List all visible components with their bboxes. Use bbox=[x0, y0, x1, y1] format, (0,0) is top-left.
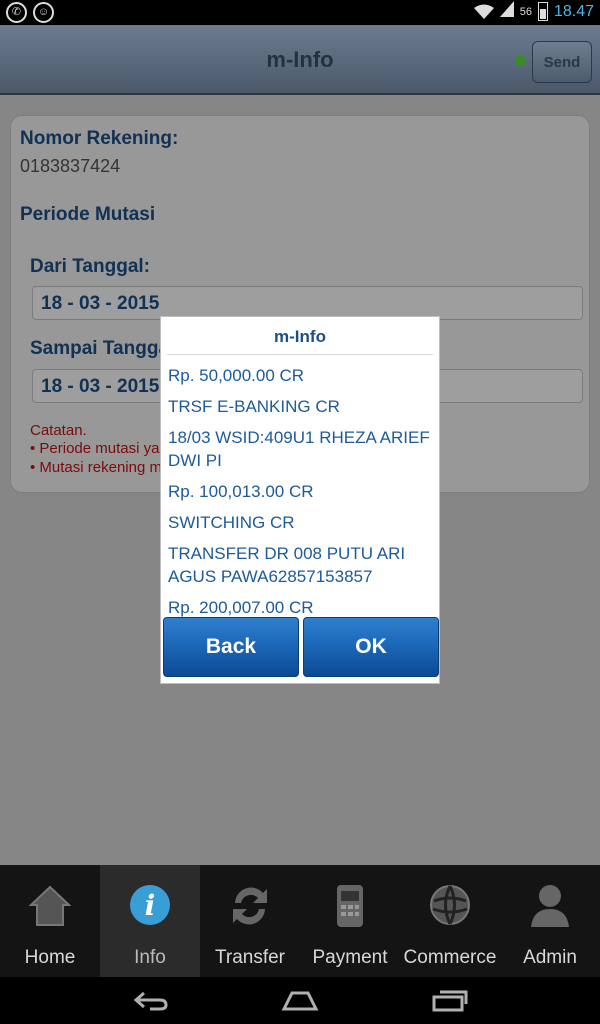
clock: 18.47 bbox=[553, 2, 594, 20]
dialog-title: m-Info bbox=[274, 327, 326, 346]
nav-item-commerce[interactable]: Commerce bbox=[400, 865, 500, 977]
nav-item-info[interactable]: i Info bbox=[100, 865, 200, 977]
signal-label: 56 bbox=[519, 5, 532, 18]
dialog-line: 18/03 WSID:409U1 RHEZA ARIEF DWI PI bbox=[168, 428, 430, 470]
nav-label: Commerce bbox=[403, 947, 497, 968]
dialog-line: Rp. 200,007.00 CR bbox=[168, 598, 314, 617]
nav-label: Payment bbox=[312, 947, 388, 968]
nav-label: Home bbox=[24, 947, 76, 968]
back-button[interactable]: Back bbox=[163, 617, 299, 677]
nav-item-admin[interactable]: Admin bbox=[500, 865, 600, 977]
chat-icon: ☺ bbox=[33, 2, 54, 23]
transfer-icon bbox=[233, 887, 267, 925]
signal-icon bbox=[499, 1, 514, 22]
nav-label: Admin bbox=[523, 947, 577, 968]
nav-item-payment[interactable]: Payment bbox=[300, 865, 400, 977]
svg-text:i: i bbox=[145, 889, 156, 922]
app-header: m-Info Send bbox=[0, 25, 600, 95]
dialog-line: Rp. 50,000.00 CR bbox=[168, 366, 305, 385]
nav-item-transfer[interactable]: Transfer bbox=[200, 865, 300, 977]
dialog-line: Rp. 100,013.00 CR bbox=[168, 482, 314, 501]
commerce-icon bbox=[430, 885, 470, 925]
info-dialog: m-Info Rp. 50,000.00 CR TRSF E-BANKING C… bbox=[160, 316, 440, 684]
dialog-line: TRSF E-BANKING CR bbox=[168, 397, 340, 416]
info-icon: i bbox=[130, 885, 170, 925]
bottom-nav: Home i Info Transfer Payment Commerce Ad… bbox=[0, 865, 600, 977]
nav-label: Info bbox=[134, 947, 166, 968]
system-nav bbox=[0, 977, 600, 1024]
status-bar: ✆ ☺ 56 18.47 bbox=[0, 0, 600, 25]
dialog-line: SWITCHING CR bbox=[168, 513, 295, 532]
wifi-icon bbox=[473, 4, 494, 20]
dialog-line: TRANSFER DR 008 PUTU ARI AGUS PAWA628571… bbox=[168, 544, 406, 586]
send-button[interactable]: Send bbox=[532, 41, 592, 83]
dialog-body: Rp. 50,000.00 CR TRSF E-BANKING CR 18/03… bbox=[168, 364, 438, 627]
whatsapp-icon: ✆ bbox=[6, 2, 27, 23]
home-icon bbox=[29, 885, 71, 926]
nav-label: Transfer bbox=[214, 947, 286, 968]
dialog-buttons: Back OK bbox=[163, 617, 439, 677]
dialog-divider bbox=[167, 354, 433, 355]
page-title: m-Info bbox=[266, 47, 334, 72]
battery-icon bbox=[537, 2, 548, 21]
status-indicator bbox=[515, 56, 525, 66]
home-nav-icon[interactable] bbox=[280, 987, 320, 1013]
admin-icon bbox=[531, 885, 569, 927]
nav-item-home[interactable]: Home bbox=[0, 865, 100, 977]
back-arrow-icon[interactable] bbox=[130, 987, 170, 1013]
payment-icon bbox=[337, 885, 363, 927]
ok-button[interactable]: OK bbox=[303, 617, 439, 677]
recent-apps-icon[interactable] bbox=[430, 987, 470, 1013]
